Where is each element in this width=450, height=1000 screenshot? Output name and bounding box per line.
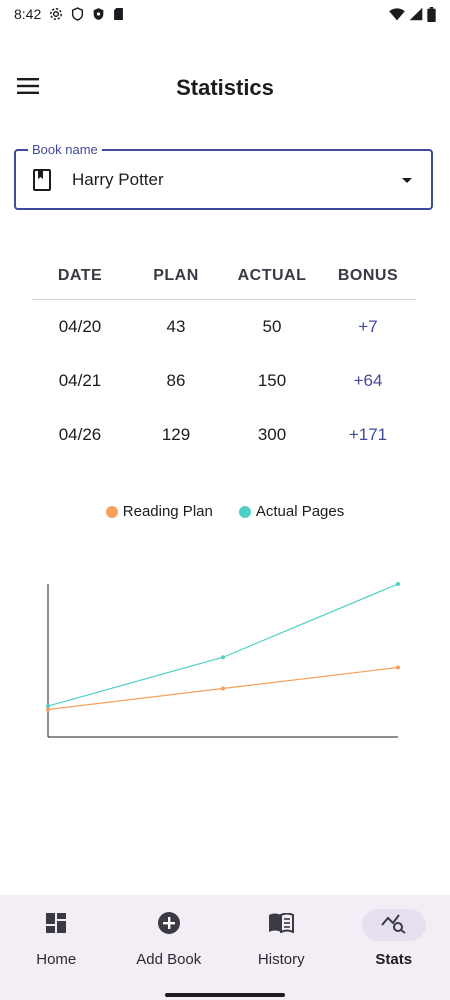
table-row: 04/20 43 50 +7 [32, 300, 416, 354]
book-name-dropdown[interactable]: Book name Harry Potter [14, 142, 433, 210]
cell-actual: 50 [262, 317, 282, 336]
stats-table: DATE PLAN ACTUAL BONUS 04/20 43 50 +7 04… [32, 252, 416, 462]
shield-icon [92, 7, 105, 21]
book-name-label: Book name [28, 142, 102, 157]
bookmark-book-icon [30, 168, 54, 192]
cell-bonus: +7 [358, 317, 378, 336]
cell-actual: 300 [257, 425, 287, 444]
data-point [396, 582, 400, 586]
hamburger-menu-icon [17, 77, 39, 99]
vpn-shield-icon [71, 7, 84, 21]
cell-plan: 129 [161, 425, 191, 444]
cell-plan: 86 [166, 371, 186, 390]
nav-item-stats[interactable]: Stats [338, 895, 450, 1000]
table-row: 04/21 86 150 +64 [32, 354, 416, 408]
header-actual: ACTUAL [237, 266, 307, 284]
cell-date: 04/20 [58, 317, 102, 336]
cell-date: 04/21 [58, 371, 102, 390]
data-point [221, 686, 225, 691]
battery-icon [427, 6, 436, 22]
wifi-icon [389, 7, 405, 21]
signal-icon [409, 7, 423, 21]
table-header: DATE PLAN ACTUAL BONUS [32, 252, 416, 300]
nav-icon-wrap [249, 909, 313, 941]
nav-item-add-book[interactable]: Add Book [113, 895, 226, 1000]
data-point [221, 655, 225, 660]
header-date: DATE [57, 266, 103, 284]
legend-item-actual-pages: Actual Pages [238, 503, 345, 520]
nav-item-home[interactable]: Home [0, 895, 113, 1000]
menu-button[interactable] [14, 74, 42, 102]
chart-legend: Reading Plan Actual Pages [0, 503, 450, 520]
legend-label-actual: Actual Pages [255, 503, 345, 520]
add-circle-icon [157, 911, 181, 940]
legend-dot-plan [105, 505, 118, 518]
data-point [46, 707, 50, 712]
gesture-bar[interactable] [165, 993, 285, 997]
table-row: 04/26 129 300 +171 [32, 408, 416, 462]
cell-plan: 43 [166, 317, 186, 336]
book-open-icon [268, 912, 295, 938]
nav-icon-wrap [137, 909, 201, 941]
status-right [389, 6, 436, 22]
nav-label-add-book: Add Book [136, 951, 202, 968]
nav-label-stats: Stats [375, 951, 413, 968]
cell-bonus: +64 [353, 371, 383, 390]
book-name-value: Harry Potter [72, 169, 164, 189]
nav-icon-wrap [24, 909, 88, 941]
status-time: 8:42 [14, 6, 42, 22]
nav-icon-wrap [361, 909, 426, 941]
data-point [396, 665, 400, 670]
status-bar: 8:42 [0, 0, 450, 28]
page-title: Statistics [176, 75, 274, 100]
cell-date: 04/26 [58, 425, 102, 444]
settings-icon [49, 7, 63, 21]
bottom-nav: Home Add Book History Stats [0, 895, 450, 1000]
cell-actual: 150 [257, 371, 287, 390]
line-chart [46, 582, 400, 738]
legend-dot-actual [238, 505, 251, 518]
nav-label-home: Home [36, 951, 77, 968]
nav-label-history: History [257, 951, 305, 968]
legend-item-reading-plan: Reading Plan [105, 503, 213, 520]
dropdown-arrow-icon [397, 170, 417, 190]
cell-bonus: +171 [348, 425, 388, 444]
sd-card-icon [113, 7, 124, 21]
app-bar: Statistics [0, 60, 450, 116]
legend-label-plan: Reading Plan [122, 503, 213, 520]
stats-search-icon [380, 912, 407, 939]
dashboard-icon [46, 912, 67, 938]
status-left: 8:42 [14, 6, 124, 22]
nav-item-history[interactable]: History [225, 895, 338, 1000]
data-point [46, 704, 50, 709]
header-bonus: BONUS [337, 266, 399, 284]
header-plan: PLAN [153, 266, 199, 284]
